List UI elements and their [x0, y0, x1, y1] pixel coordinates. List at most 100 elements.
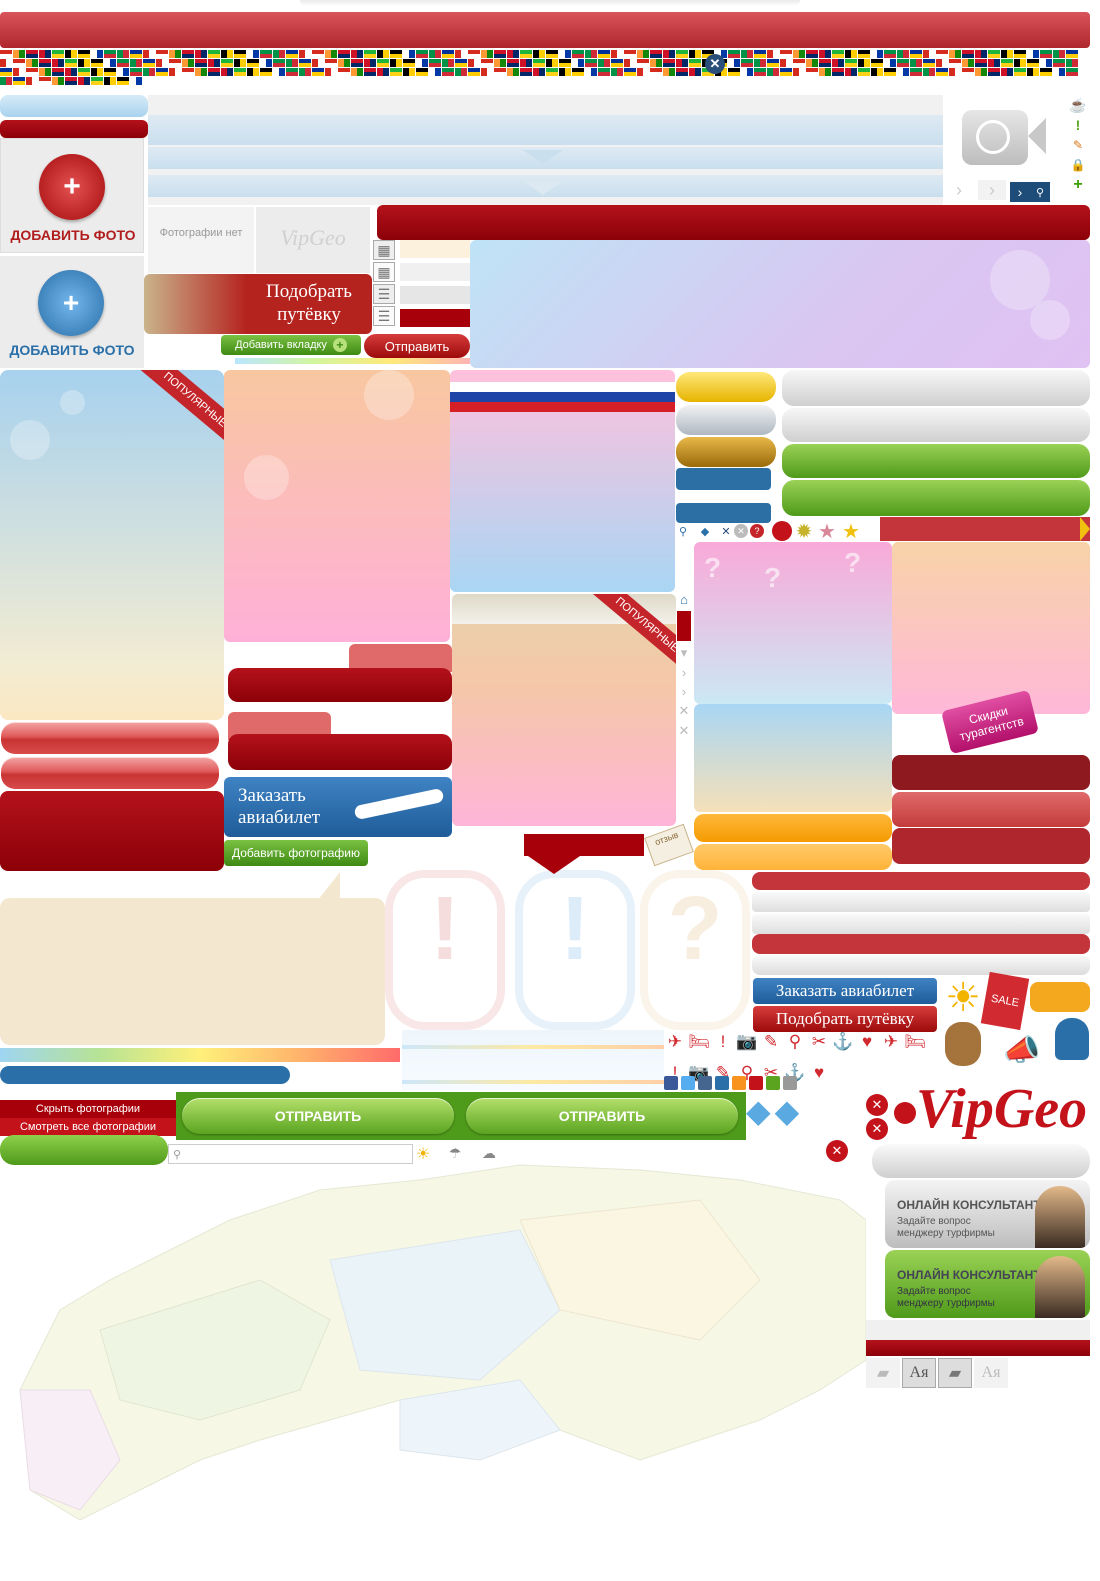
flag-icon[interactable]	[806, 68, 818, 76]
flag-icon[interactable]	[1066, 59, 1078, 67]
flag-icon[interactable]	[364, 59, 376, 67]
social-icon[interactable]	[732, 1076, 746, 1090]
flag-icon[interactable]	[260, 50, 272, 58]
flag-icon[interactable]	[455, 59, 467, 67]
flag-icon[interactable]	[169, 50, 181, 58]
flag-icon[interactable]	[13, 50, 25, 58]
flag-icon[interactable]	[416, 50, 428, 58]
flag-icon[interactable]	[949, 50, 961, 58]
flag-icon[interactable]	[676, 68, 688, 76]
next-arrow-icon[interactable]: ›	[1010, 182, 1030, 202]
flag-icon[interactable]	[585, 50, 597, 58]
flag-icon[interactable]	[845, 68, 857, 76]
flag-icon[interactable]	[65, 77, 77, 85]
flag-icon[interactable]	[39, 59, 51, 67]
flag-icon[interactable]	[754, 59, 766, 67]
flag-icon[interactable]	[13, 68, 25, 76]
flag-icon[interactable]	[663, 68, 675, 76]
flag-icon[interactable]	[767, 59, 779, 67]
flag-icon[interactable]	[104, 50, 116, 58]
green-bar[interactable]	[782, 480, 1090, 516]
social-icon[interactable]	[783, 1076, 797, 1090]
show-all-photos-button[interactable]: Смотреть все фотографии	[0, 1118, 176, 1136]
flag-icon[interactable]	[897, 50, 909, 58]
flag-icon[interactable]	[936, 50, 948, 58]
flag-icon[interactable]	[52, 77, 64, 85]
flag-icon[interactable]	[871, 68, 883, 76]
close-icon[interactable]: ✕	[866, 1118, 888, 1140]
flag-icon[interactable]	[832, 59, 844, 67]
flag-icon[interactable]	[143, 68, 155, 76]
flag-icon[interactable]	[1027, 59, 1039, 67]
flag-icon[interactable]	[286, 68, 298, 76]
flag-icon[interactable]	[559, 59, 571, 67]
add-tab-button[interactable]: Добавить вкладку +	[221, 335, 361, 355]
plus-icon[interactable]: +	[1068, 175, 1088, 195]
flag-icon[interactable]	[741, 50, 753, 58]
flag-icon[interactable]	[520, 50, 532, 58]
flag-icon[interactable]	[754, 50, 766, 58]
flag-icon[interactable]	[923, 59, 935, 67]
flag-icon[interactable]	[611, 59, 623, 67]
silver-pill[interactable]	[872, 1144, 1090, 1178]
flag-icon[interactable]	[234, 59, 246, 67]
flag-icon[interactable]	[78, 77, 90, 85]
flag-icon[interactable]	[546, 68, 558, 76]
flag-icon[interactable]	[26, 77, 38, 85]
flag-icon[interactable]	[104, 68, 116, 76]
question-icon[interactable]: ?	[750, 524, 764, 538]
flag-icon[interactable]	[858, 59, 870, 67]
flag-icon[interactable]	[832, 68, 844, 76]
flag-icon[interactable]	[364, 68, 376, 76]
font-toggle-button[interactable]: Ая	[902, 1358, 936, 1388]
order-ticket-button[interactable]: Заказать авиабилет	[753, 978, 937, 1004]
flag-icon[interactable]	[325, 59, 337, 67]
close-icon[interactable]: ✕	[679, 703, 690, 719]
flag-icon[interactable]	[637, 50, 649, 58]
social-icon[interactable]	[664, 1076, 678, 1090]
flag-icon[interactable]	[195, 68, 207, 76]
flag-icon[interactable]	[416, 59, 428, 67]
close-icon[interactable]: ✕	[734, 524, 748, 538]
flag-icon[interactable]	[208, 59, 220, 67]
online-consultant-card-green[interactable]: ОНЛАЙН КОНСУЛЬТАНТ Задайте вопрос мендже…	[885, 1250, 1090, 1318]
map-icon[interactable]: ▰	[938, 1358, 972, 1388]
tab-dark[interactable]	[228, 734, 452, 770]
flag-icon[interactable]	[494, 50, 506, 58]
social-icon[interactable]	[749, 1076, 763, 1090]
flag-icon[interactable]	[819, 59, 831, 67]
flag-icon[interactable]	[910, 59, 922, 67]
flag-icon[interactable]	[585, 59, 597, 67]
flag-icon[interactable]	[637, 68, 649, 76]
flag-icon[interactable]	[741, 68, 753, 76]
flag-icon[interactable]	[91, 77, 103, 85]
light-blue-tab[interactable]	[0, 95, 148, 117]
flag-icon[interactable]	[988, 50, 1000, 58]
flag-icon[interactable]	[52, 59, 64, 67]
flag-icon[interactable]	[481, 68, 493, 76]
red-tab[interactable]	[0, 120, 148, 138]
flag-icon[interactable]	[481, 59, 493, 67]
flag-icon[interactable]	[845, 59, 857, 67]
flag-icon[interactable]	[936, 59, 948, 67]
flag-icon[interactable]	[273, 50, 285, 58]
social-icon[interactable]	[715, 1076, 729, 1090]
flag-icon[interactable]	[195, 50, 207, 58]
flag-icon[interactable]	[832, 50, 844, 58]
flag-icon[interactable]	[351, 59, 363, 67]
silver-pill[interactable]	[676, 405, 776, 435]
flag-icon[interactable]	[286, 50, 298, 58]
air-ticket-banner[interactable]: Заказать авиабилет	[224, 777, 452, 837]
flag-icon[interactable]	[13, 77, 25, 85]
diamond-icon[interactable]: ◆	[746, 1092, 771, 1138]
flag-icon[interactable]	[52, 50, 64, 58]
flag-icon[interactable]	[208, 68, 220, 76]
russia-map[interactable]	[0, 1160, 866, 1540]
flag-icon[interactable]	[455, 50, 467, 58]
flag-icon[interactable]	[611, 68, 623, 76]
flag-icon[interactable]	[182, 68, 194, 76]
flag-icon[interactable]	[468, 68, 480, 76]
flag-icon[interactable]	[364, 50, 376, 58]
flag-icon[interactable]	[351, 68, 363, 76]
flag-icon[interactable]	[403, 59, 415, 67]
